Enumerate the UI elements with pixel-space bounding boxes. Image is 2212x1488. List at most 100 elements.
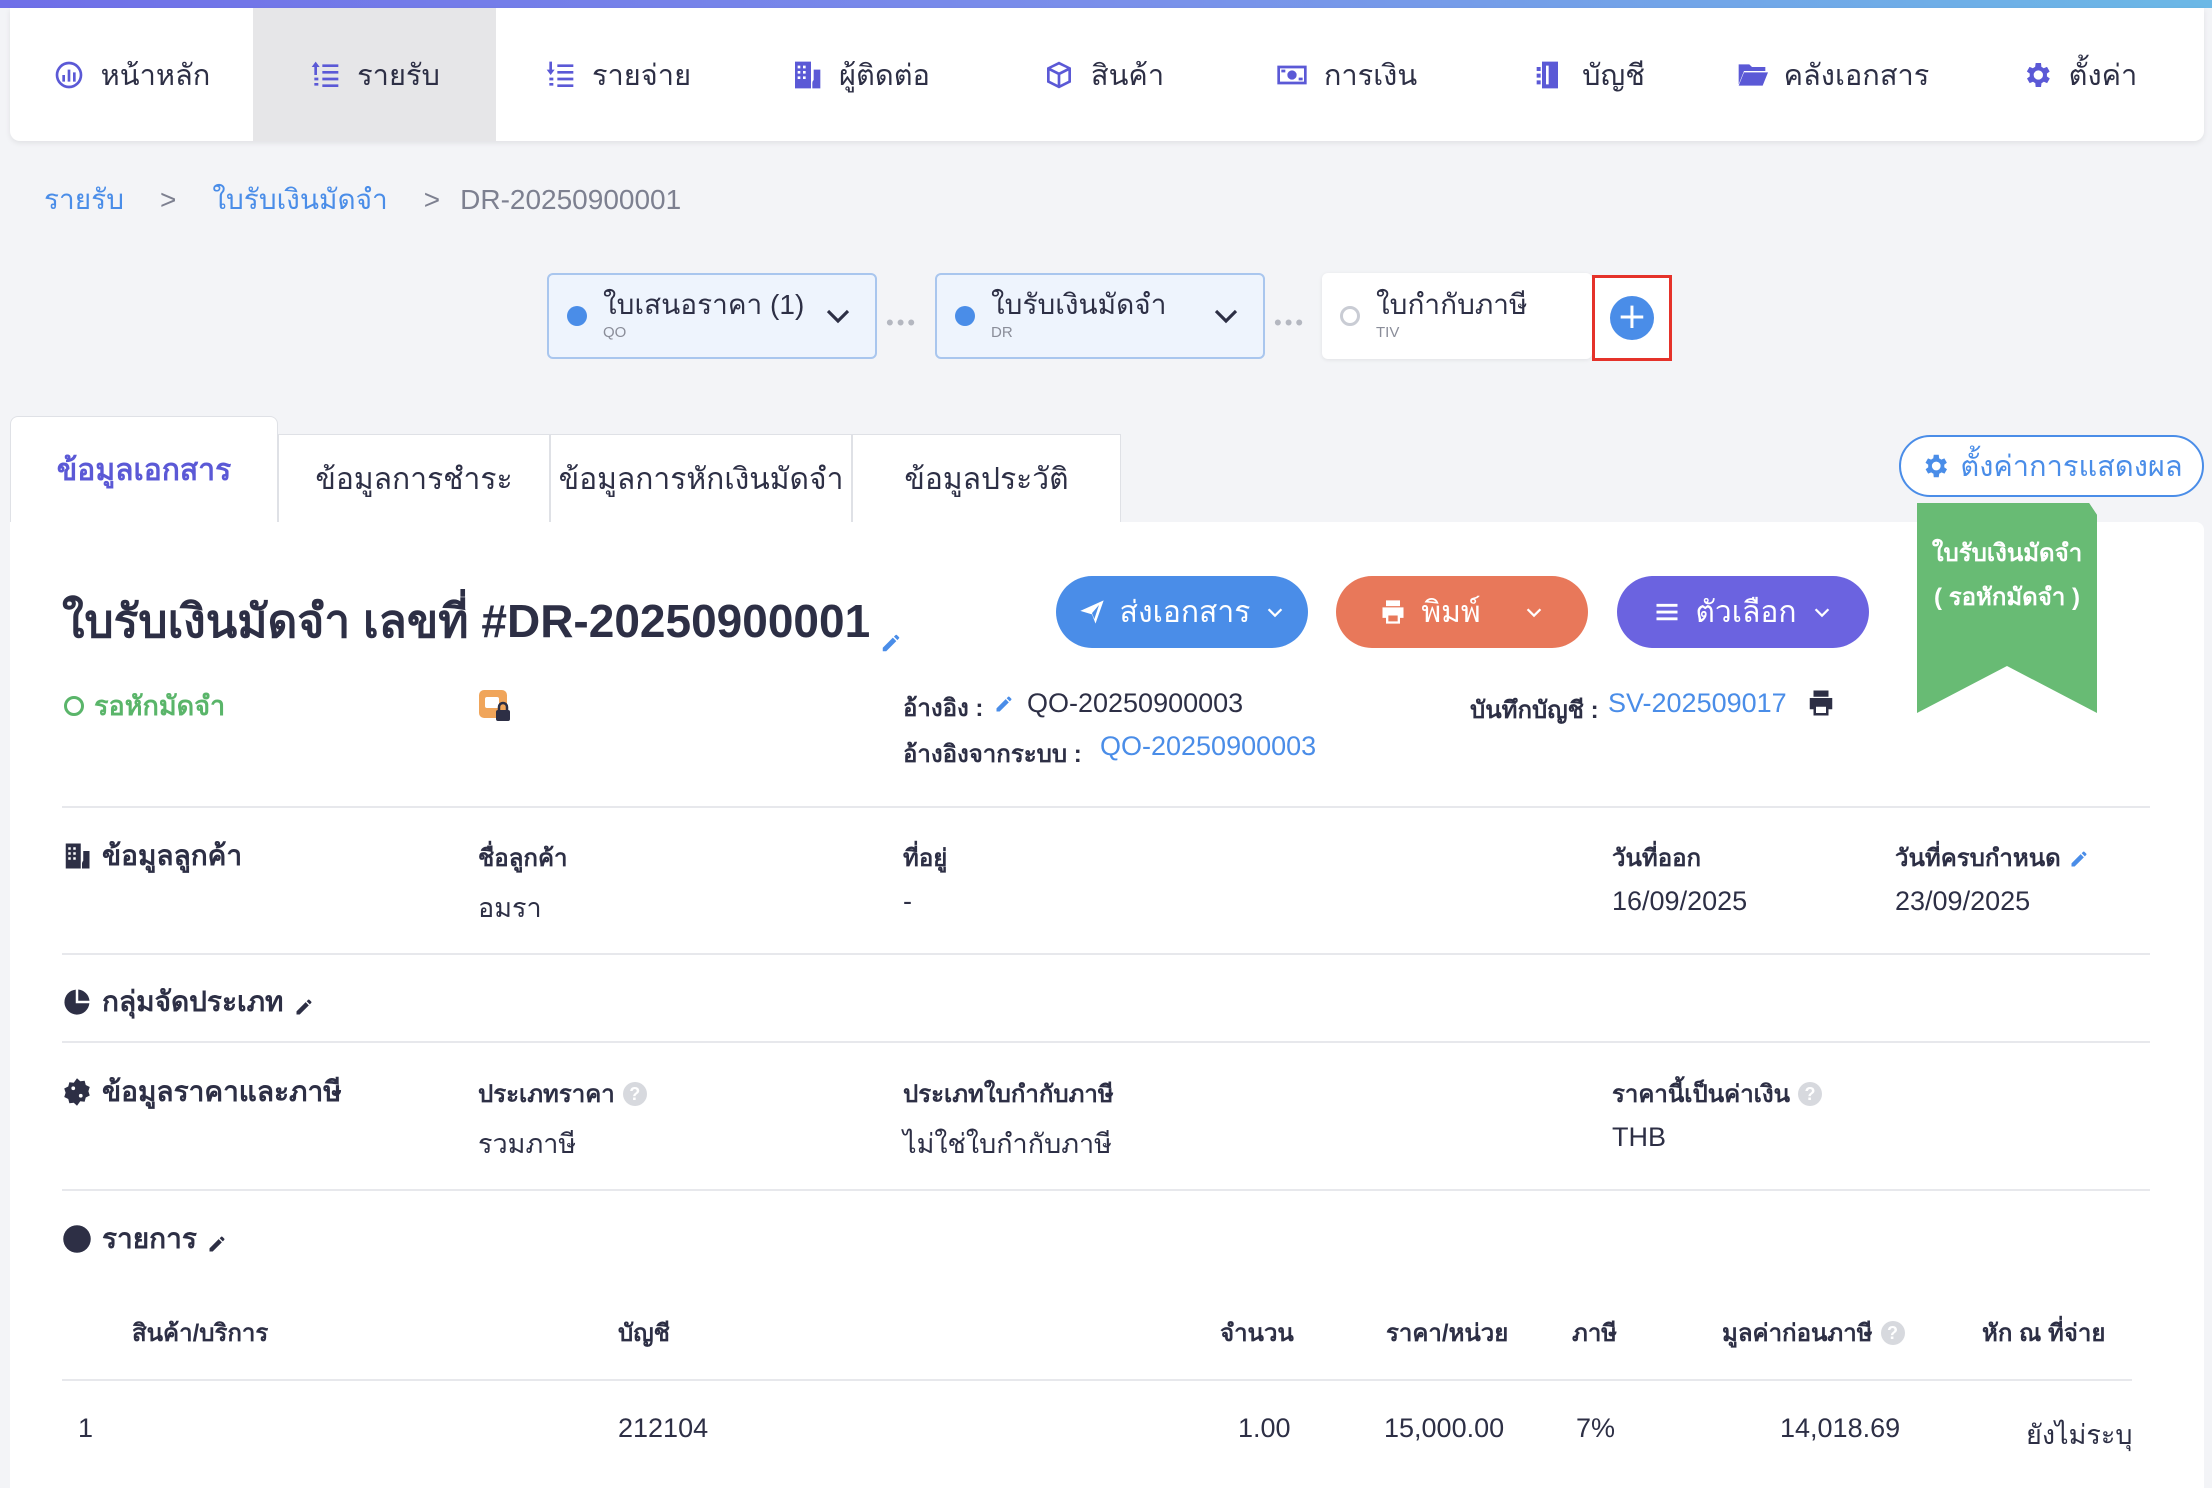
gear-icon bbox=[1925, 454, 1948, 478]
section-label: รายการ bbox=[102, 1223, 197, 1254]
price-type-value: รวมภาษี bbox=[478, 1129, 577, 1159]
currency-value: THB bbox=[1612, 1122, 1666, 1152]
breadcrumb: รายรับ > ใบรับเงินมัดจำ > DR-20250900001 bbox=[44, 178, 681, 222]
gear-icon bbox=[2026, 62, 2050, 87]
help-icon[interactable]: ? bbox=[1880, 1320, 1905, 1345]
edit-pencil-icon[interactable] bbox=[880, 611, 902, 651]
step-name: ใบกำกับภาษี bbox=[1376, 289, 1528, 321]
tab-document-info[interactable]: ข้อมูลเอกสาร bbox=[10, 416, 278, 524]
tax-invoice-type-label: ประเภทใบกำกับภาษี bbox=[903, 1081, 1114, 1108]
add-tax-invoice-button[interactable]: + bbox=[1610, 296, 1654, 340]
locked-document-icon bbox=[479, 690, 510, 721]
nav-item-dashboard[interactable]: หน้าหลัก bbox=[10, 8, 253, 141]
due-date-label-text: วันที่ครบกำหนด bbox=[1895, 845, 2061, 872]
nav-item-product[interactable]: สินค้า bbox=[982, 8, 1225, 141]
system-reference-link[interactable]: QO-20250900003 bbox=[1100, 731, 1316, 762]
column-header-quantity: จำนวน bbox=[1220, 1320, 1294, 1347]
customer-name-link[interactable]: อมรา bbox=[478, 886, 542, 929]
tab-history[interactable]: ข้อมูลประวัติ bbox=[852, 434, 1121, 524]
nav-label: หน้าหลัก bbox=[100, 59, 211, 92]
edit-pencil-icon[interactable] bbox=[294, 992, 314, 1015]
options-button[interactable]: ตัวเลือก bbox=[1617, 576, 1869, 648]
row-quantity: 1.00 bbox=[1238, 1413, 1291, 1443]
workflow-connector: ••• bbox=[886, 310, 919, 335]
column-header-pretax-text: มูลค่าก่อนภาษี bbox=[1722, 1320, 1873, 1347]
help-icon[interactable]: ? bbox=[1798, 1081, 1823, 1106]
top-accent-bar bbox=[0, 0, 2212, 8]
nav-label: คลังเอกสาร bbox=[1783, 59, 1930, 92]
dashboard-icon bbox=[55, 61, 82, 88]
items-section-title: รายการ bbox=[62, 1217, 227, 1261]
nav-item-expense[interactable]: รายจ่าย bbox=[496, 8, 739, 141]
ledger-link[interactable]: SV-202509017 bbox=[1608, 688, 1787, 719]
chevron-down-icon bbox=[1814, 608, 1829, 618]
edit-pencil-icon[interactable] bbox=[207, 1229, 227, 1252]
paper-plane-icon bbox=[1079, 600, 1104, 624]
nav-item-contacts[interactable]: ผู้ติดต่อ bbox=[739, 8, 982, 141]
money-icon bbox=[1277, 65, 1307, 84]
contacts-icon bbox=[65, 843, 90, 869]
row-tax: 7% bbox=[1576, 1413, 1616, 1443]
nav-label: ผู้ติดต่อ bbox=[839, 59, 930, 92]
ledger-label: บันทึกบัญชี : bbox=[1470, 697, 1599, 724]
currency-label-text: ราคานี้เป็นค่าเงิน bbox=[1612, 1081, 1791, 1108]
workflow-step-deposit[interactable]: ใบรับเงินมัดจำ DR bbox=[935, 273, 1265, 359]
print-button[interactable]: พิมพ์ bbox=[1336, 576, 1588, 648]
row-withholding: ยังไม่ระบุ bbox=[2026, 1420, 2133, 1450]
category-section-title: กลุ่มจัดประเภท bbox=[62, 980, 314, 1024]
send-document-button[interactable]: ส่งเอกสาร bbox=[1056, 576, 1308, 648]
price-type-label: ประเภทราคา ? bbox=[478, 1074, 647, 1113]
nav-item-documents[interactable]: คลังเอกสาร bbox=[1711, 8, 1954, 141]
breadcrumb-deposit-receipt[interactable]: ใบรับเงินมัดจำ bbox=[212, 178, 387, 222]
page-title: ใบรับเงินมัดจำ เลขที่ #DR-20250900001 bbox=[62, 585, 902, 658]
system-reference-label: อ้างอิงจากระบบ : bbox=[903, 741, 1082, 768]
chevron-down-icon[interactable] bbox=[1523, 601, 1545, 623]
nav-label: บัญชี bbox=[1582, 59, 1645, 92]
column-header-tax: ภาษี bbox=[1572, 1320, 1618, 1347]
step-code: QO bbox=[603, 324, 627, 342]
display-settings-button[interactable]: ตั้งค่าการแสดงผล bbox=[1899, 435, 2204, 497]
section-label: ข้อมูลลูกค้า bbox=[102, 840, 243, 871]
row-number: 1 bbox=[78, 1413, 94, 1443]
percent-badge-icon bbox=[64, 1078, 90, 1106]
add-tax-invoice-highlight: + bbox=[1592, 275, 1672, 361]
chevron-down-icon[interactable] bbox=[1211, 301, 1241, 331]
main-nav: หน้าหลัก รายรับ รายจ่าย ผู้ติดต่อ สินค้า… bbox=[10, 8, 2204, 141]
column-header-product: สินค้า/บริการ bbox=[132, 1320, 269, 1347]
nav-label: รายรับ bbox=[357, 59, 440, 92]
help-icon[interactable]: ? bbox=[622, 1081, 647, 1106]
nav-item-finance[interactable]: การเงิน bbox=[1225, 8, 1468, 141]
nav-label: สินค้า bbox=[1090, 59, 1165, 92]
nav-label: การเงิน bbox=[1323, 59, 1418, 92]
printer-icon[interactable] bbox=[1806, 688, 1836, 718]
tab-payment-info[interactable]: ข้อมูลการชำระ bbox=[278, 434, 550, 524]
column-header-withholding: หัก ณ ที่จ่าย bbox=[1982, 1320, 2106, 1347]
due-date-label: วันที่ครบกำหนด bbox=[1895, 838, 2089, 877]
contacts-icon bbox=[795, 61, 821, 88]
ribbon-line-2: ( รอหักมัดจำ ) bbox=[1934, 584, 2080, 611]
address-label: ที่อยู่ bbox=[903, 845, 948, 872]
print-label: พิมพ์ bbox=[1421, 595, 1481, 629]
nav-item-settings[interactable]: ตั้งค่า bbox=[1954, 8, 2204, 141]
breadcrumb-income[interactable]: รายรับ bbox=[44, 178, 124, 222]
edit-pencil-icon[interactable] bbox=[2069, 848, 2089, 868]
nav-item-income[interactable]: รายรับ bbox=[253, 8, 496, 141]
nav-label: รายจ่าย bbox=[591, 59, 692, 92]
row-unit-price: 15,000.00 bbox=[1384, 1413, 1505, 1443]
column-header-pretax: มูลค่าก่อนภาษี ? bbox=[1722, 1313, 1905, 1352]
table-divider bbox=[62, 1379, 2132, 1381]
workflow-step-quotation[interactable]: ใบเสนอราคา (1) QO bbox=[547, 273, 877, 359]
workflow-step-tax-invoice[interactable]: ใบกำกับภาษี TIV bbox=[1322, 273, 1592, 359]
edit-pencil-icon[interactable] bbox=[994, 694, 1014, 714]
step-code: TIV bbox=[1376, 324, 1400, 342]
circle-icon bbox=[63, 1225, 91, 1253]
ribbon-text: ใบรับเงินมัดจำ ( รอหักมัดจำ ) bbox=[1917, 532, 2097, 620]
nav-item-accounting[interactable]: บัญชี bbox=[1468, 8, 1711, 141]
pricing-section-title: ข้อมูลราคาและภาษี bbox=[62, 1070, 342, 1114]
chevron-down-icon[interactable] bbox=[823, 301, 853, 331]
tab-deposit-deduction[interactable]: ข้อมูลการหักเงินมัดจำ bbox=[550, 434, 852, 524]
due-date-value: 23/09/2025 bbox=[1895, 886, 2031, 916]
reference-label: อ้างอิง : bbox=[903, 695, 984, 722]
doc-tabs: ข้อมูลเอกสาร ข้อมูลการชำระ ข้อมูลการหักเ… bbox=[10, 416, 1121, 524]
step-dot bbox=[955, 306, 975, 326]
